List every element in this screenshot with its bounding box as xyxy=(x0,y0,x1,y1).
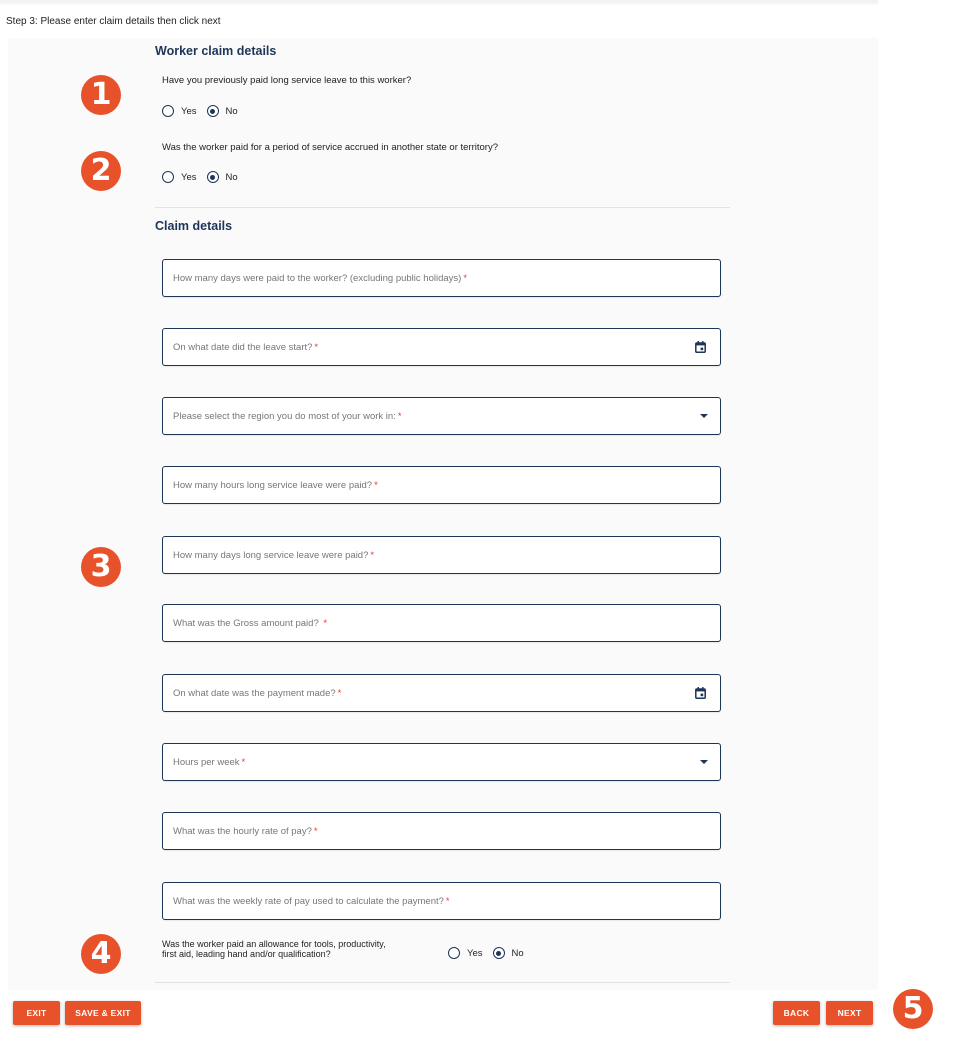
worker-claim-details-title: Worker claim details xyxy=(155,44,277,58)
annotation-badge-4: 4 xyxy=(81,934,121,974)
annotation-badge-1: 1 xyxy=(81,75,121,115)
required-marker: * xyxy=(314,341,319,353)
field-label: On what date did the leave start? xyxy=(173,341,313,353)
gross-amount-field[interactable]: What was the Gross amount paid? * xyxy=(162,604,721,642)
dropdown-caret-icon[interactable] xyxy=(700,760,708,764)
required-marker: * xyxy=(323,617,328,629)
region-select[interactable]: Please select the region you do most of … xyxy=(162,397,721,435)
required-marker: * xyxy=(370,549,375,561)
radio-circle-checked[interactable] xyxy=(206,105,219,117)
back-button[interactable]: BACK xyxy=(773,1001,820,1025)
field-label: How many days long service leave were pa… xyxy=(173,549,369,561)
radio-label: No xyxy=(511,947,524,959)
field-label: Please select the region you do most of … xyxy=(173,410,396,422)
annotation-badge-5: 5 xyxy=(893,989,933,1029)
field-label: What was the Gross amount paid? xyxy=(173,617,322,629)
question-allowance: Was the worker paid an allowance for too… xyxy=(162,939,442,959)
section-divider xyxy=(155,207,730,208)
question-allowance-line1: Was the worker paid an allowance for too… xyxy=(162,939,386,949)
save-exit-button[interactable]: SAVE & EXIT xyxy=(65,1001,141,1025)
payment-date-field[interactable]: On what date was the payment made? * xyxy=(162,674,721,712)
field-label: Hours per week xyxy=(173,756,240,768)
radio-circle-unchecked[interactable] xyxy=(448,947,460,959)
required-marker: * xyxy=(463,272,468,284)
radio-circle-unchecked[interactable] xyxy=(162,171,174,183)
required-marker: * xyxy=(313,825,318,837)
days-paid-field[interactable]: How many days were paid to the worker? (… xyxy=(162,259,721,297)
radio-group-previously-paid: Yes No xyxy=(162,105,248,117)
radio-no[interactable]: No xyxy=(492,947,524,959)
required-marker: * xyxy=(337,687,342,699)
radio-group-other-state: Yes No xyxy=(162,171,248,183)
field-label: On what date was the payment made? xyxy=(173,687,336,699)
required-marker: * xyxy=(374,479,378,491)
radio-yes[interactable]: Yes xyxy=(162,105,197,117)
radio-yes[interactable]: Yes xyxy=(162,171,197,183)
radio-no[interactable]: No xyxy=(206,171,238,183)
calendar-icon[interactable] xyxy=(695,687,706,699)
required-marker: * xyxy=(397,410,402,422)
field-label: How many hours long service leave were p… xyxy=(173,479,373,491)
radio-circle-checked[interactable] xyxy=(492,947,505,959)
section-divider xyxy=(155,982,730,983)
days-lsl-paid-field[interactable]: How many days long service leave were pa… xyxy=(162,536,721,574)
leave-start-date-field[interactable]: On what date did the leave start? * xyxy=(162,328,721,366)
dropdown-caret-icon[interactable] xyxy=(700,414,708,418)
required-marker: * xyxy=(445,895,450,907)
radio-circle-unchecked[interactable] xyxy=(162,105,174,117)
claim-details-title: Claim details xyxy=(155,219,233,233)
radio-label: Yes xyxy=(467,947,483,959)
annotation-badge-3: 3 xyxy=(81,547,121,587)
question-previously-paid: Have you previously paid long service le… xyxy=(162,75,412,86)
radio-label: Yes xyxy=(181,171,197,183)
field-label: How many days were paid to the worker? (… xyxy=(173,272,462,284)
radio-label: Yes xyxy=(181,105,197,117)
radio-group-allowance: Yes No xyxy=(448,947,534,959)
weekly-rate-field[interactable]: What was the weekly rate of pay used to … xyxy=(162,882,721,920)
hours-lsl-paid-field[interactable]: How many hours long service leave were p… xyxy=(162,466,721,504)
hours-per-week-select[interactable]: Hours per week * xyxy=(162,743,721,781)
radio-label: No xyxy=(225,171,238,183)
field-label: What was the hourly rate of pay? xyxy=(173,825,312,837)
radio-yes[interactable]: Yes xyxy=(448,947,483,959)
top-bar xyxy=(0,0,878,3)
required-marker: * xyxy=(241,756,246,768)
calendar-icon[interactable] xyxy=(695,341,706,353)
hourly-rate-field[interactable]: What was the hourly rate of pay? * xyxy=(162,812,721,850)
annotation-badge-2: 2 xyxy=(81,151,121,191)
radio-no[interactable]: No xyxy=(206,105,238,117)
radio-label: No xyxy=(225,105,238,117)
step-instruction: Step 3: Please enter claim details then … xyxy=(6,16,221,27)
field-label: What was the weekly rate of pay used to … xyxy=(173,895,444,907)
question-other-state: Was the worker paid for a period of serv… xyxy=(162,142,498,153)
question-allowance-line2: first aid, leading hand and/or qualifica… xyxy=(162,949,331,959)
radio-circle-checked[interactable] xyxy=(206,171,219,183)
exit-button[interactable]: EXIT xyxy=(13,1001,60,1025)
next-button[interactable]: NEXT xyxy=(826,1001,873,1025)
